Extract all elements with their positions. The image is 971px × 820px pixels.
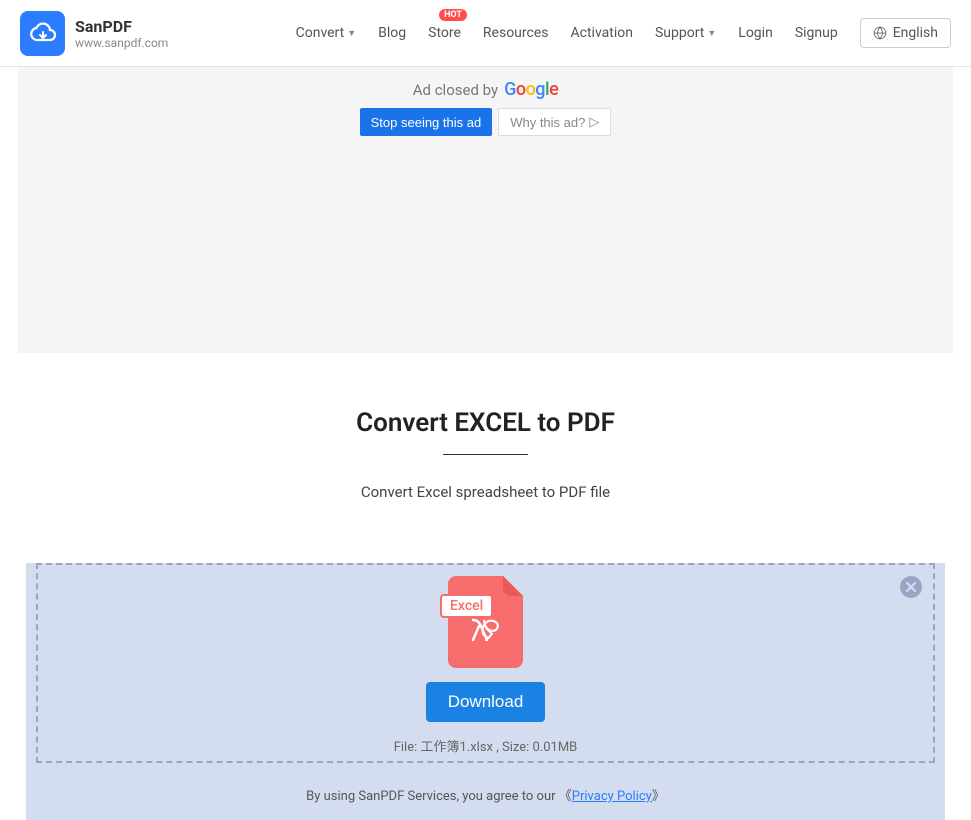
why-this-ad-button[interactable]: Why this ad?▷ — [498, 108, 611, 136]
drop-area[interactable]: Excel Download File: 工作簿1.xlsx , Size: 0… — [36, 563, 935, 763]
conversion-panel: Excel Download File: 工作簿1.xlsx , Size: 0… — [26, 563, 945, 820]
ad-buttons: Stop seeing this ad Why this ad?▷ — [18, 108, 953, 136]
nav-resources[interactable]: Resources — [483, 25, 549, 41]
policy-line: By using SanPDF Services, you agree to o… — [26, 773, 945, 820]
hot-badge: HOT — [439, 9, 467, 21]
download-button[interactable]: Download — [426, 682, 546, 722]
nav-login[interactable]: Login — [738, 25, 773, 41]
language-label: English — [893, 25, 938, 41]
globe-icon — [873, 26, 887, 40]
brand-url: www.sanpdf.com — [75, 36, 168, 50]
privacy-policy-link[interactable]: Privacy Policy — [572, 789, 652, 804]
brand[interactable]: SanPDF www.sanpdf.com — [20, 11, 168, 56]
title-section: Convert EXCEL to PDF Convert Excel sprea… — [0, 408, 971, 501]
page-title: Convert EXCEL to PDF — [0, 408, 971, 438]
nav-blog[interactable]: Blog — [378, 25, 406, 41]
logo-icon — [20, 11, 65, 56]
nav: Convert▼ Blog StoreHOT Resources Activat… — [296, 18, 951, 48]
header: SanPDF www.sanpdf.com Convert▼ Blog Stor… — [0, 0, 971, 67]
nav-convert[interactable]: Convert▼ — [296, 25, 357, 41]
nav-store[interactable]: StoreHOT — [428, 25, 461, 41]
language-button[interactable]: English — [860, 18, 951, 48]
title-underline — [443, 454, 528, 455]
stop-seeing-ad-button[interactable]: Stop seeing this ad — [360, 108, 493, 136]
chevron-down-icon: ▼ — [347, 28, 356, 39]
file-info: File: 工作簿1.xlsx , Size: 0.01MB — [394, 736, 578, 755]
brand-name: SanPDF — [75, 17, 168, 36]
ad-closed-text: Ad closed by Google — [413, 79, 559, 100]
chevron-down-icon: ▼ — [707, 28, 716, 39]
page-subtitle: Convert Excel spreadsheet to PDF file — [0, 483, 971, 501]
excel-badge: Excel — [440, 594, 493, 618]
play-icon: ▷ — [589, 114, 599, 130]
ad-container: Ad closed by Google Stop seeing this ad … — [18, 67, 953, 353]
nav-signup[interactable]: Signup — [795, 25, 838, 41]
file-icon: Excel — [448, 576, 523, 668]
brand-text: SanPDF www.sanpdf.com — [75, 17, 168, 50]
close-icon — [906, 582, 916, 592]
google-logo-icon: Google — [504, 79, 558, 100]
nav-activation[interactable]: Activation — [571, 25, 633, 41]
close-button[interactable] — [900, 576, 922, 598]
nav-support[interactable]: Support▼ — [655, 25, 716, 41]
